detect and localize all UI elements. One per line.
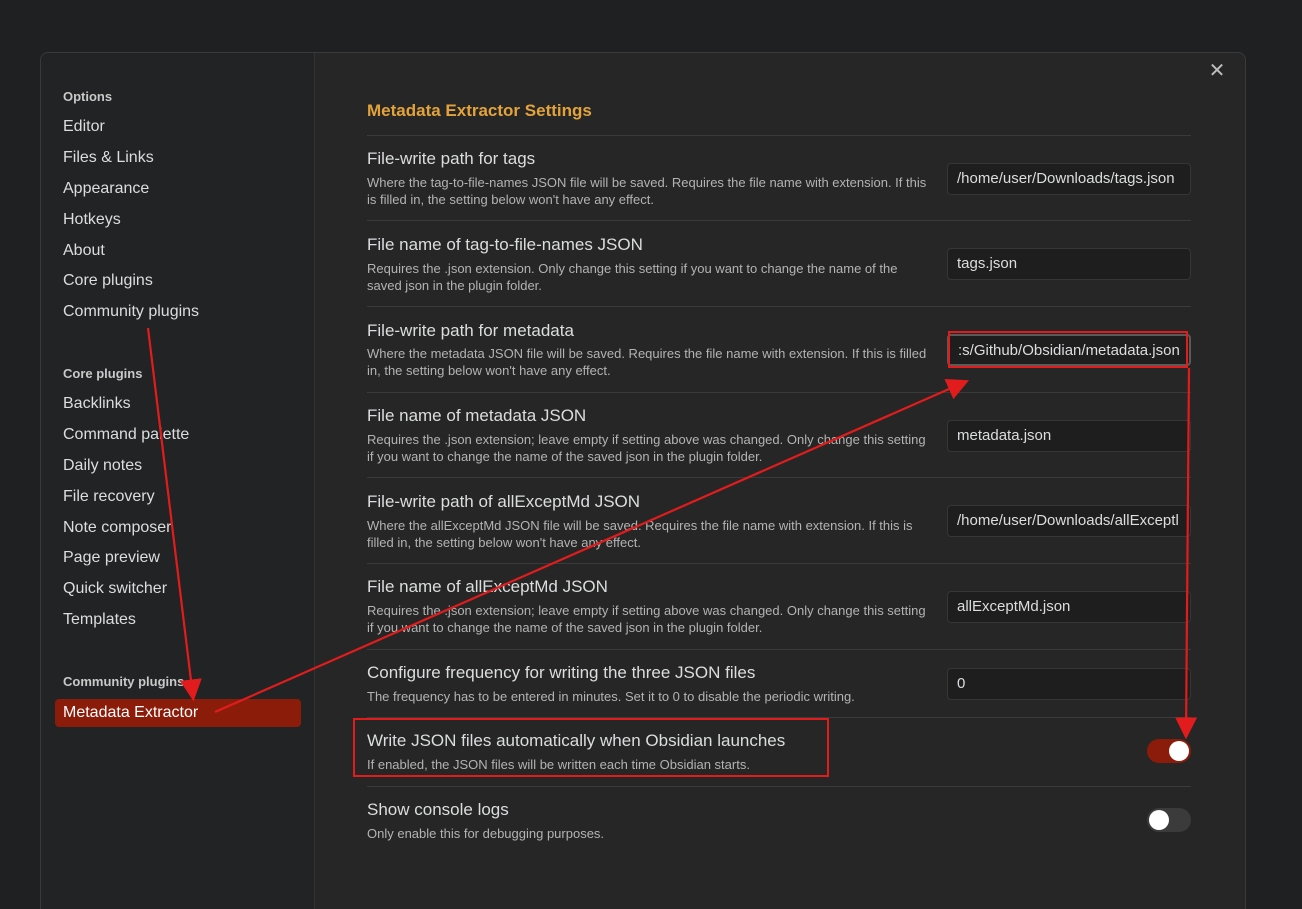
settings-modal: Options Editor Files & Links Appearance … (40, 52, 1246, 909)
console-logs-toggle[interactable] (1147, 808, 1191, 832)
annotation-box-write-on-launch (353, 718, 829, 777)
sidebar-item-core-plugins[interactable]: Core plugins (63, 270, 153, 292)
setting-name-console-logs: Show console logs (367, 800, 509, 819)
sidebar-item-hotkeys[interactable]: Hotkeys (63, 209, 121, 231)
allexceptmd-path-input[interactable]: /home/user/Downloads/allExceptl (947, 505, 1191, 537)
setting-desc-metadata-path: Where the metadata JSON file will be sav… (367, 346, 927, 378)
divider (367, 477, 1191, 478)
sidebar-group-options-title: Options (63, 89, 113, 104)
divider (367, 220, 1191, 221)
sidebar-item-page-preview[interactable]: Page preview (63, 547, 160, 569)
sidebar-item-command-palette[interactable]: Command palette (63, 424, 189, 446)
close-icon[interactable]: ✕ (1207, 61, 1227, 81)
divider (367, 649, 1191, 650)
sidebar-item-about[interactable]: About (63, 240, 105, 262)
toggle-knob (1149, 810, 1169, 830)
settings-sidebar: Options Editor Files & Links Appearance … (41, 53, 315, 909)
divider (367, 786, 1191, 787)
setting-name-metadata-filename: File name of metadata JSON (367, 406, 587, 425)
page-title: Metadata Extractor Settings (367, 101, 592, 120)
setting-desc-metadata-filename: Requires the .json extension; leave empt… (367, 432, 926, 464)
setting-desc-tags-filename: Requires the .json extension. Only chang… (367, 261, 898, 293)
annotation-box-metadata-path (948, 331, 1188, 368)
setting-desc-tags-path: Where the tag-to-file-names JSON file wi… (367, 175, 927, 207)
sidebar-item-quick-switcher[interactable]: Quick switcher (63, 578, 167, 600)
allexceptmd-filename-input[interactable]: allExceptMd.json (947, 591, 1191, 623)
sidebar-item-file-recovery[interactable]: File recovery (63, 486, 155, 508)
setting-desc-allexceptmd-filename: Requires the .json extension; leave empt… (367, 603, 926, 635)
setting-name-tags-path: File-write path for tags (367, 149, 536, 168)
setting-desc-allexceptmd-path: Where the allExceptMd JSON file will be … (367, 518, 913, 550)
setting-name-metadata-path: File-write path for metadata (367, 321, 574, 340)
divider (367, 306, 1191, 307)
sidebar-item-templates[interactable]: Templates (63, 609, 136, 631)
sidebar-item-note-composer[interactable]: Note composer (63, 517, 172, 539)
setting-desc-console-logs: Only enable this for debugging purposes. (367, 826, 605, 841)
sidebar-item-appearance[interactable]: Appearance (63, 178, 149, 200)
sidebar-item-editor[interactable]: Editor (63, 116, 105, 138)
screen: Options Editor Files & Links Appearance … (0, 0, 1302, 909)
sidebar-group-community-plugins-title: Community plugins (63, 674, 185, 689)
write-on-launch-toggle[interactable] (1147, 739, 1191, 763)
sidebar-item-metadata-extractor[interactable]: Metadata Extractor (55, 699, 301, 727)
toggle-knob (1169, 741, 1189, 761)
sidebar-item-backlinks[interactable]: Backlinks (63, 393, 131, 415)
setting-name-allexceptmd-filename: File name of allExceptMd JSON (367, 577, 608, 596)
setting-desc-frequency: The frequency has to be entered in minut… (367, 689, 855, 704)
sidebar-item-files-links[interactable]: Files & Links (63, 147, 154, 169)
frequency-input[interactable]: 0 (947, 668, 1191, 700)
sidebar-item-daily-notes[interactable]: Daily notes (63, 455, 142, 477)
tags-path-input[interactable]: /home/user/Downloads/tags.json (947, 163, 1191, 195)
sidebar-item-community-plugins[interactable]: Community plugins (63, 301, 199, 323)
divider (367, 563, 1191, 564)
tags-filename-input[interactable]: tags.json (947, 248, 1191, 280)
setting-name-allexceptmd-path: File-write path of allExceptMd JSON (367, 492, 641, 511)
divider (367, 392, 1191, 393)
setting-name-frequency: Configure frequency for writing the thre… (367, 663, 756, 682)
sidebar-group-core-plugins-title: Core plugins (63, 366, 143, 381)
divider (367, 135, 1191, 136)
metadata-filename-input[interactable]: metadata.json (947, 420, 1191, 452)
setting-name-tags-filename: File name of tag-to-file-names JSON (367, 235, 643, 254)
